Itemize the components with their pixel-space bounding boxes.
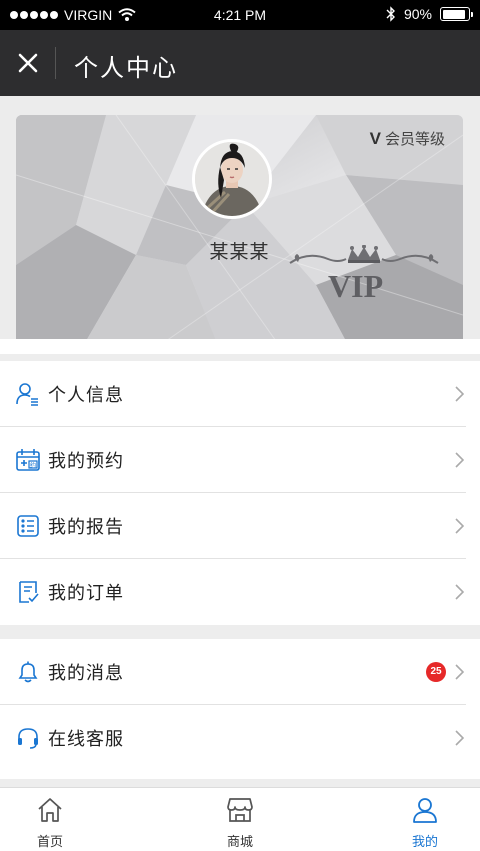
close-button[interactable]	[10, 45, 46, 81]
status-bar: VIRGIN 4:21 PM 90%	[0, 0, 480, 30]
menu-item-label: 个人信息	[48, 385, 124, 406]
menu-item-orders[interactable]: 我的订单	[0, 559, 480, 625]
store-icon	[227, 798, 253, 822]
tab-label: 首页	[36, 835, 63, 850]
battery-icon	[440, 7, 473, 21]
menu-item-label: 我的消息	[48, 663, 124, 684]
headset-icon	[16, 726, 40, 750]
tab-store[interactable]: 商城	[190, 788, 290, 851]
chevron-right-icon	[455, 664, 464, 680]
tab-mine[interactable]: 我的	[375, 788, 475, 851]
vip-crown-logo: VIP	[289, 245, 439, 304]
tab-label: 商城	[226, 835, 253, 850]
chevron-right-icon	[455, 386, 464, 402]
vip-logo-text: VIP	[328, 268, 383, 304]
report-icon	[16, 514, 40, 538]
menu-item-report[interactable]: 我的报告	[0, 493, 480, 559]
tab-label: 我的	[411, 835, 438, 850]
avatar[interactable]	[192, 139, 272, 219]
bluetooth-icon	[386, 6, 395, 22]
member-level-label[interactable]: V 会员等级	[370, 128, 445, 149]
vip-card[interactable]: V 会员等级 某某某 VIP	[16, 115, 463, 341]
menu-group-support: 我的消息 25 在线客服	[0, 639, 480, 779]
close-icon	[18, 53, 38, 73]
calendar-icon: 约	[16, 448, 40, 472]
menu-item-messages[interactable]: 我的消息 25	[0, 639, 480, 705]
menu-item-label: 我的订单	[48, 583, 124, 604]
avatar-photo	[195, 142, 269, 216]
svg-text:约: 约	[30, 462, 36, 470]
order-icon	[16, 580, 40, 604]
user-profile-icon	[16, 382, 40, 406]
chevron-right-icon	[455, 730, 464, 746]
chevron-right-icon	[455, 584, 464, 600]
menu-group-account: 个人信息 约 我的预约 我的报告 我的订单	[0, 361, 480, 625]
nav-bar: 个人中心	[0, 30, 480, 96]
bottom-tab-bar: 首页 商城 我的	[0, 787, 480, 851]
level-text: 会员等级	[384, 130, 445, 148]
menu-item-label: 我的预约	[48, 451, 124, 472]
bell-icon	[16, 660, 40, 684]
home-icon	[38, 798, 62, 822]
unread-count-badge: 25	[426, 662, 446, 682]
page-title: 个人中心	[74, 54, 178, 82]
chevron-right-icon	[455, 518, 464, 534]
menu-item-customer-service[interactable]: 在线客服	[0, 705, 480, 771]
menu-item-label: 在线客服	[48, 729, 124, 750]
chevron-right-icon	[455, 452, 464, 468]
nav-divider	[55, 47, 56, 79]
vip-card-area: V 会员等级 某某某 VIP	[0, 96, 480, 354]
status-right: 90%	[386, 6, 473, 22]
user-icon	[413, 798, 437, 823]
menu-item-label: 我的报告	[48, 517, 124, 538]
tab-home[interactable]: 首页	[0, 788, 100, 851]
menu-item-profile[interactable]: 个人信息	[0, 361, 480, 427]
menu-item-appointment[interactable]: 约 我的预约	[0, 427, 480, 493]
card-bottom-strip	[0, 339, 480, 354]
level-badge: V	[369, 129, 381, 148]
battery-percent: 90%	[403, 6, 432, 22]
